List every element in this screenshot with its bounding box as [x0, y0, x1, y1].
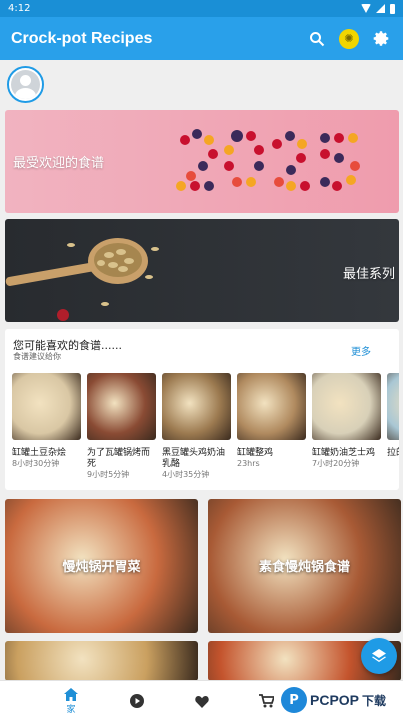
recipe-name: 缸罐奶油芝士鸡 — [312, 448, 376, 458]
recipe-image — [162, 373, 231, 440]
category-label: 素食慢炖锅食谱 — [258, 560, 350, 575]
category-tile[interactable]: 慢炖锅开胃菜 — [5, 499, 198, 633]
recipe-card[interactable]: 为了瓦罐锅烤而死 9小时5分钟 — [87, 373, 156, 480]
suggestions-list: 缸罐土豆杂烩 8小时30分钟 为了瓦罐锅烤而死 9小时5分钟 黑豆罐头鸡奶油乳酪… — [12, 373, 399, 487]
recipe-image — [237, 373, 306, 440]
cellular-icon — [376, 4, 385, 13]
suggestions-card: 您可能喜欢的食谱...... 食谱建议给你 更多 缸罐土豆杂烩 8小时30分钟 … — [5, 329, 399, 490]
recipe-image — [12, 373, 81, 440]
favorite-recipes-label: 最受欢迎的食谱 — [13, 156, 105, 171]
search-icon[interactable] — [306, 28, 328, 50]
nav-favorites[interactable] — [172, 681, 232, 720]
recipe-time: 4小时35分钟 — [162, 470, 210, 479]
layers-icon — [372, 649, 386, 662]
recipe-time: 23hrs — [237, 459, 260, 468]
category-tile[interactable]: 素食慢炖锅食谱 — [208, 499, 401, 633]
recipe-image — [387, 373, 399, 440]
nav-home-label: 家 — [66, 704, 76, 715]
nav-videos[interactable] — [107, 681, 167, 720]
nav-home[interactable]: 家 — [41, 681, 101, 720]
status-icons — [361, 3, 395, 14]
battery-icon — [390, 3, 395, 14]
watermark-logo: P — [281, 687, 307, 713]
status-time: 4:12 — [8, 3, 31, 14]
profile-row — [0, 60, 403, 108]
recipe-name: 缸罐土豆杂烩 — [12, 448, 67, 458]
recipe-time: 7小时20分钟 — [312, 459, 360, 468]
recipe-name: 缸罐整鸡 — [237, 448, 274, 458]
avatar[interactable] — [7, 66, 44, 103]
cart-icon — [258, 694, 274, 708]
recipe-time: 8小时30分钟 — [12, 459, 60, 468]
wifi-icon — [361, 4, 371, 13]
heart-icon — [195, 695, 209, 708]
watermark-suffix: 下载 — [362, 693, 387, 708]
watermark-brand: PCPOP — [310, 692, 360, 708]
recipe-time: 9小时5分钟 — [87, 470, 130, 479]
recipe-image — [87, 373, 156, 440]
best-series-label: 最佳系列 — [343, 267, 396, 282]
recipe-name: 黑豆罐头鸡奶油乳酪 — [162, 448, 226, 469]
recipe-card[interactable]: 缸罐整鸡 23hrs — [237, 373, 306, 469]
premium-badge-icon[interactable]: ✺ — [338, 28, 360, 50]
recipe-card[interactable]: 缸罐土豆杂烩 8小时30分钟 — [12, 373, 81, 469]
recipe-name: 拉的 — [387, 448, 399, 458]
more-link[interactable]: 更多 — [351, 343, 371, 358]
recipe-card[interactable]: 拉的 — [387, 373, 399, 459]
home-icon — [64, 687, 78, 701]
watermark: P PCPOP 下载 — [281, 683, 401, 717]
app-title: Crock-pot Recipes — [11, 29, 153, 47]
recipe-name: 为了瓦罐锅烤而死 — [87, 448, 151, 469]
gear-icon[interactable] — [370, 28, 392, 50]
recipe-card[interactable]: 缸罐奶油芝士鸡 7小时20分钟 — [312, 373, 381, 469]
user-icon — [11, 70, 40, 99]
status-bar: 4:12 — [0, 0, 403, 17]
app-bar: Crock-pot Recipes ✺ — [0, 17, 403, 60]
category-tile[interactable] — [5, 641, 198, 681]
recipe-image — [312, 373, 381, 440]
favorite-recipes-banner[interactable]: 最受欢迎的食谱 — [5, 110, 399, 213]
spoon-spice-art — [5, 238, 159, 321]
play-circle-icon — [130, 694, 144, 708]
recipe-card[interactable]: 黑豆罐头鸡奶油乳酪 4小时35分钟 — [162, 373, 231, 480]
layers-fab[interactable] — [361, 638, 397, 674]
suggestions-subtitle: 食谱建议给你 — [13, 352, 61, 361]
best-series-banner[interactable]: 最佳系列 — [5, 219, 399, 322]
category-label: 慢炖锅开胃菜 — [62, 560, 141, 575]
